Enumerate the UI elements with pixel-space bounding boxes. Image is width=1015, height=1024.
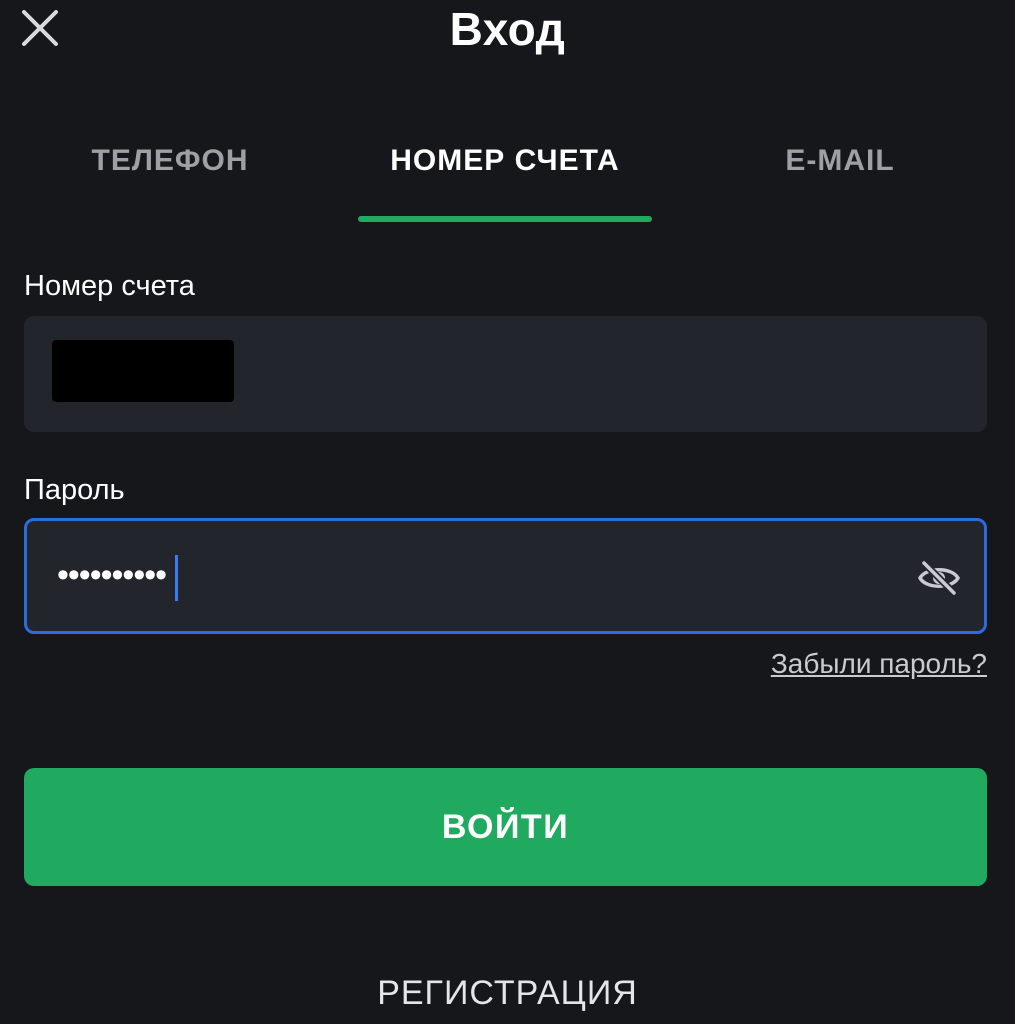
password-masked-value: •••••••••• (57, 556, 167, 594)
account-number-label: Номер счета (24, 270, 195, 302)
forgot-password-link[interactable]: Забыли пароль? (771, 648, 987, 680)
tab-phone[interactable]: ТЕЛЕФОН (30, 144, 310, 178)
password-visibility-toggle[interactable] (916, 555, 962, 601)
password-input[interactable]: •••••••••• (24, 518, 987, 634)
register-link[interactable]: РЕГИСТРАЦИЯ (0, 974, 1015, 1013)
account-number-input[interactable] (24, 316, 987, 432)
page-title: Вход (449, 3, 566, 55)
eye-off-icon (918, 559, 960, 597)
tab-account-number[interactable]: НОМЕР СЧЕТА (330, 144, 680, 178)
redacted-account-value (52, 340, 234, 402)
login-button[interactable]: ВОЙТИ (24, 768, 987, 886)
tab-email[interactable]: E-MAIL (700, 144, 980, 178)
password-label: Пароль (24, 474, 125, 506)
login-screen: Вход ТЕЛЕФОН НОМЕР СЧЕТА E-MAIL Номер сч… (0, 0, 1015, 1024)
login-method-tabs: ТЕЛЕФОН НОМЕР СЧЕТА E-MAIL (0, 130, 1015, 226)
active-tab-indicator (358, 216, 652, 222)
text-caret (175, 555, 178, 601)
